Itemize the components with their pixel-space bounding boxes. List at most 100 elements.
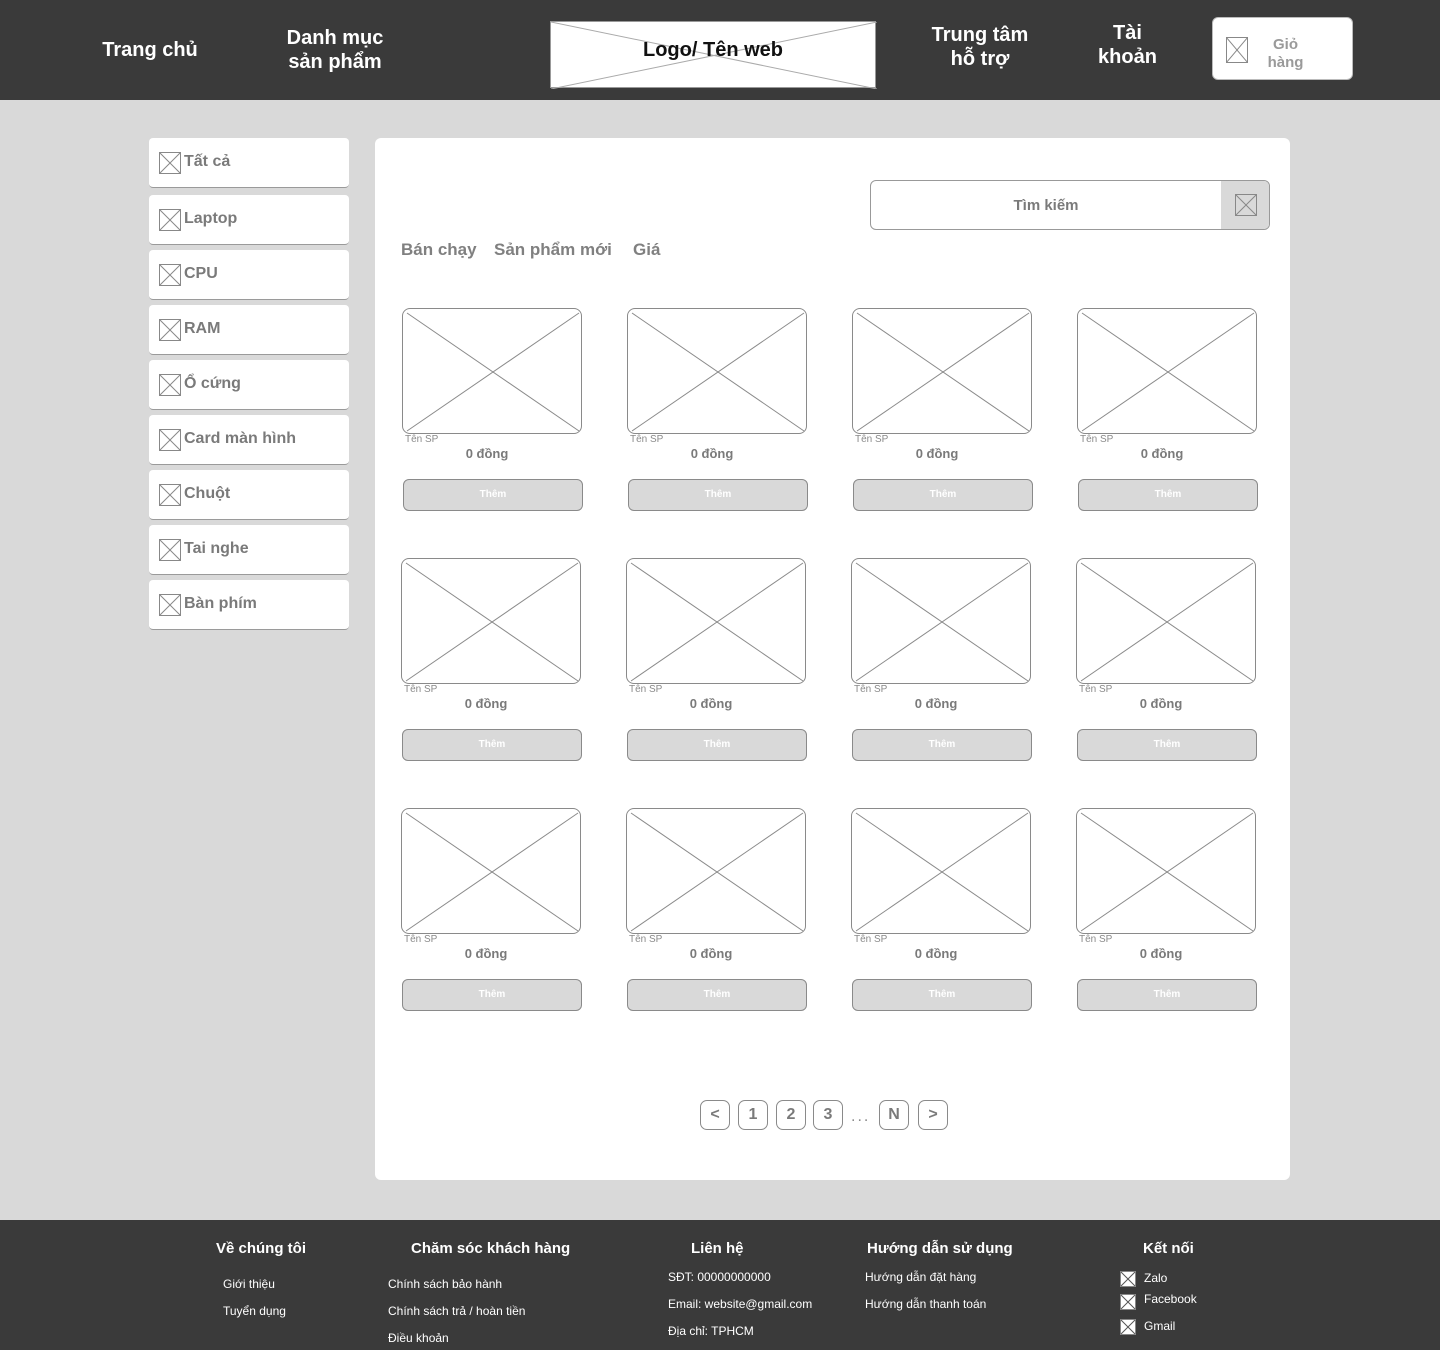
product-image[interactable] (1077, 308, 1257, 434)
zalo-icon[interactable] (1120, 1271, 1136, 1287)
footer-link-intro[interactable]: Giới thiệu (223, 1277, 275, 1291)
add-to-cart-button[interactable]: Thêm (402, 729, 582, 761)
product-card[interactable]: Tên SP 0 đồng Thêm (401, 558, 582, 763)
product-price: 0 đồng (464, 946, 508, 961)
add-to-cart-button[interactable]: Thêm (1078, 479, 1258, 511)
image-placeholder-icon (630, 812, 804, 932)
sidebar-category-label: Chuột (184, 485, 231, 502)
gmail-icon[interactable] (1120, 1319, 1136, 1335)
sidebar-category-label: Card màn hình (184, 430, 297, 447)
product-image[interactable] (402, 308, 582, 434)
add-to-cart-button[interactable]: Thêm (1077, 729, 1257, 761)
footer-link-refund[interactable]: Chính sách trả / hoàn tiền (388, 1304, 525, 1318)
product-name: Tên SP (404, 684, 438, 695)
cart-button[interactable]: Giỏ hàng (1212, 17, 1353, 80)
category-icon (159, 594, 181, 616)
product-image[interactable] (626, 558, 806, 684)
add-to-cart-button[interactable]: Thêm (1077, 979, 1257, 1011)
add-to-cart-button[interactable]: Thêm (852, 979, 1032, 1011)
product-card[interactable]: Tên SP 0 đồng Thêm (401, 808, 582, 1013)
sidebar-category-item[interactable]: RAM (149, 305, 349, 355)
add-to-cart-button[interactable]: Thêm (627, 729, 807, 761)
add-to-cart-button[interactable]: Thêm (402, 979, 582, 1011)
sidebar-category-item[interactable]: Tai nghe (149, 525, 349, 575)
nav-home[interactable]: Trang chủ (100, 38, 200, 62)
product-price: 0 đồng (464, 696, 508, 711)
product-card[interactable]: Tên SP 0 đồng Thêm (1076, 558, 1257, 763)
add-to-cart-button[interactable]: Thêm (853, 479, 1033, 511)
logo[interactable]: Logo/ Tên web (550, 21, 877, 89)
product-card[interactable]: Tên SP 0 đồng Thêm (852, 308, 1033, 513)
product-card[interactable]: Tên SP 0 đồng Thêm (626, 558, 807, 763)
page-next-button[interactable]: > (918, 1100, 948, 1130)
sidebar-category-item[interactable]: Bàn phím (149, 580, 349, 630)
footer-link-terms[interactable]: Điều khoản (388, 1331, 449, 1345)
product-price: 0 đồng (689, 696, 733, 711)
product-card[interactable]: Tên SP 0 đồng Thêm (626, 808, 807, 1013)
footer-link-facebook[interactable]: Facebook (1144, 1292, 1197, 1306)
product-image[interactable] (851, 808, 1031, 934)
product-price: 0 đồng (690, 446, 734, 461)
product-name: Tên SP (629, 684, 663, 695)
page-prev-button[interactable]: < (700, 1100, 730, 1130)
search-input[interactable] (871, 181, 1221, 229)
add-to-cart-button[interactable]: Thêm (627, 979, 807, 1011)
product-image[interactable] (401, 808, 581, 934)
product-card[interactable]: Tên SP 0 đồng Thêm (627, 308, 808, 513)
product-image[interactable] (401, 558, 581, 684)
page-ellipsis: ... (851, 1108, 871, 1125)
add-to-cart-button[interactable]: Thêm (628, 479, 808, 511)
footer-about-title: Về chúng tôi (216, 1240, 306, 1257)
page-3-button[interactable]: 3 (813, 1100, 843, 1130)
category-icon (159, 484, 181, 506)
site-footer: Về chúng tôi Giới thiệu Tuyển dụng Chăm … (0, 1220, 1440, 1350)
product-card[interactable]: Tên SP 0 đồng Thêm (402, 308, 583, 513)
product-name: Tên SP (404, 934, 438, 945)
product-image[interactable] (1076, 558, 1256, 684)
footer-link-payment-guide[interactable]: Hướng dẫn thanh toán (865, 1297, 986, 1311)
tab-price[interactable]: Giá (633, 240, 660, 260)
image-placeholder-icon (630, 562, 804, 682)
product-name: Tên SP (1080, 434, 1114, 445)
product-image[interactable] (626, 808, 806, 934)
footer-link-zalo[interactable]: Zalo (1144, 1271, 1167, 1285)
sidebar-category-label: Ổ cứng (184, 375, 241, 392)
footer-link-gmail[interactable]: Gmail (1144, 1319, 1175, 1333)
product-card[interactable]: Tên SP 0 đồng Thêm (1076, 808, 1257, 1013)
nav-categories[interactable]: Danh mục sản phẩm (270, 26, 400, 74)
page-1-button[interactable]: 1 (738, 1100, 768, 1130)
category-icon (159, 152, 181, 174)
product-image[interactable] (1076, 808, 1256, 934)
add-to-cart-button[interactable]: Thêm (403, 479, 583, 511)
product-image[interactable] (852, 308, 1032, 434)
sidebar-category-item[interactable]: Card màn hình (149, 415, 349, 465)
sidebar-category-item[interactable]: Tất cả (149, 138, 349, 188)
sidebar-category-item[interactable]: Chuột (149, 470, 349, 520)
image-placeholder-icon (405, 812, 579, 932)
sidebar-category-item[interactable]: CPU (149, 250, 349, 300)
product-card[interactable]: Tên SP 0 đồng Thêm (1077, 308, 1258, 513)
tab-best-seller[interactable]: Bán chạy (401, 240, 477, 260)
page-2-button[interactable]: 2 (776, 1100, 806, 1130)
category-icon (159, 539, 181, 561)
nav-support[interactable]: Trung tâm hỗ trợ (920, 23, 1040, 71)
product-price: 0 đồng (689, 946, 733, 961)
product-card[interactable]: Tên SP 0 đồng Thêm (851, 558, 1032, 763)
site-header: Trang chủ Danh mục sản phẩm Logo/ Tên we… (0, 0, 1440, 100)
sidebar-category-item[interactable]: Laptop (149, 195, 349, 245)
page-last-button[interactable]: N (879, 1100, 909, 1130)
nav-account[interactable]: Tài khoản (1090, 21, 1165, 69)
tab-new-products[interactable]: Sản phẩm mới (494, 240, 612, 260)
facebook-icon[interactable] (1120, 1294, 1136, 1310)
category-icon (159, 264, 181, 286)
product-image[interactable] (627, 308, 807, 434)
footer-link-warranty[interactable]: Chính sách bảo hành (388, 1277, 502, 1291)
add-to-cart-button[interactable]: Thêm (852, 729, 1032, 761)
footer-link-order-guide[interactable]: Hướng dẫn đặt hàng (865, 1270, 976, 1284)
product-image[interactable] (851, 558, 1031, 684)
sidebar-category-item[interactable]: Ổ cứng (149, 360, 349, 410)
footer-link-careers[interactable]: Tuyển dụng (223, 1304, 286, 1318)
search-button[interactable] (1221, 181, 1269, 229)
category-icon (159, 319, 181, 341)
product-card[interactable]: Tên SP 0 đồng Thêm (851, 808, 1032, 1013)
